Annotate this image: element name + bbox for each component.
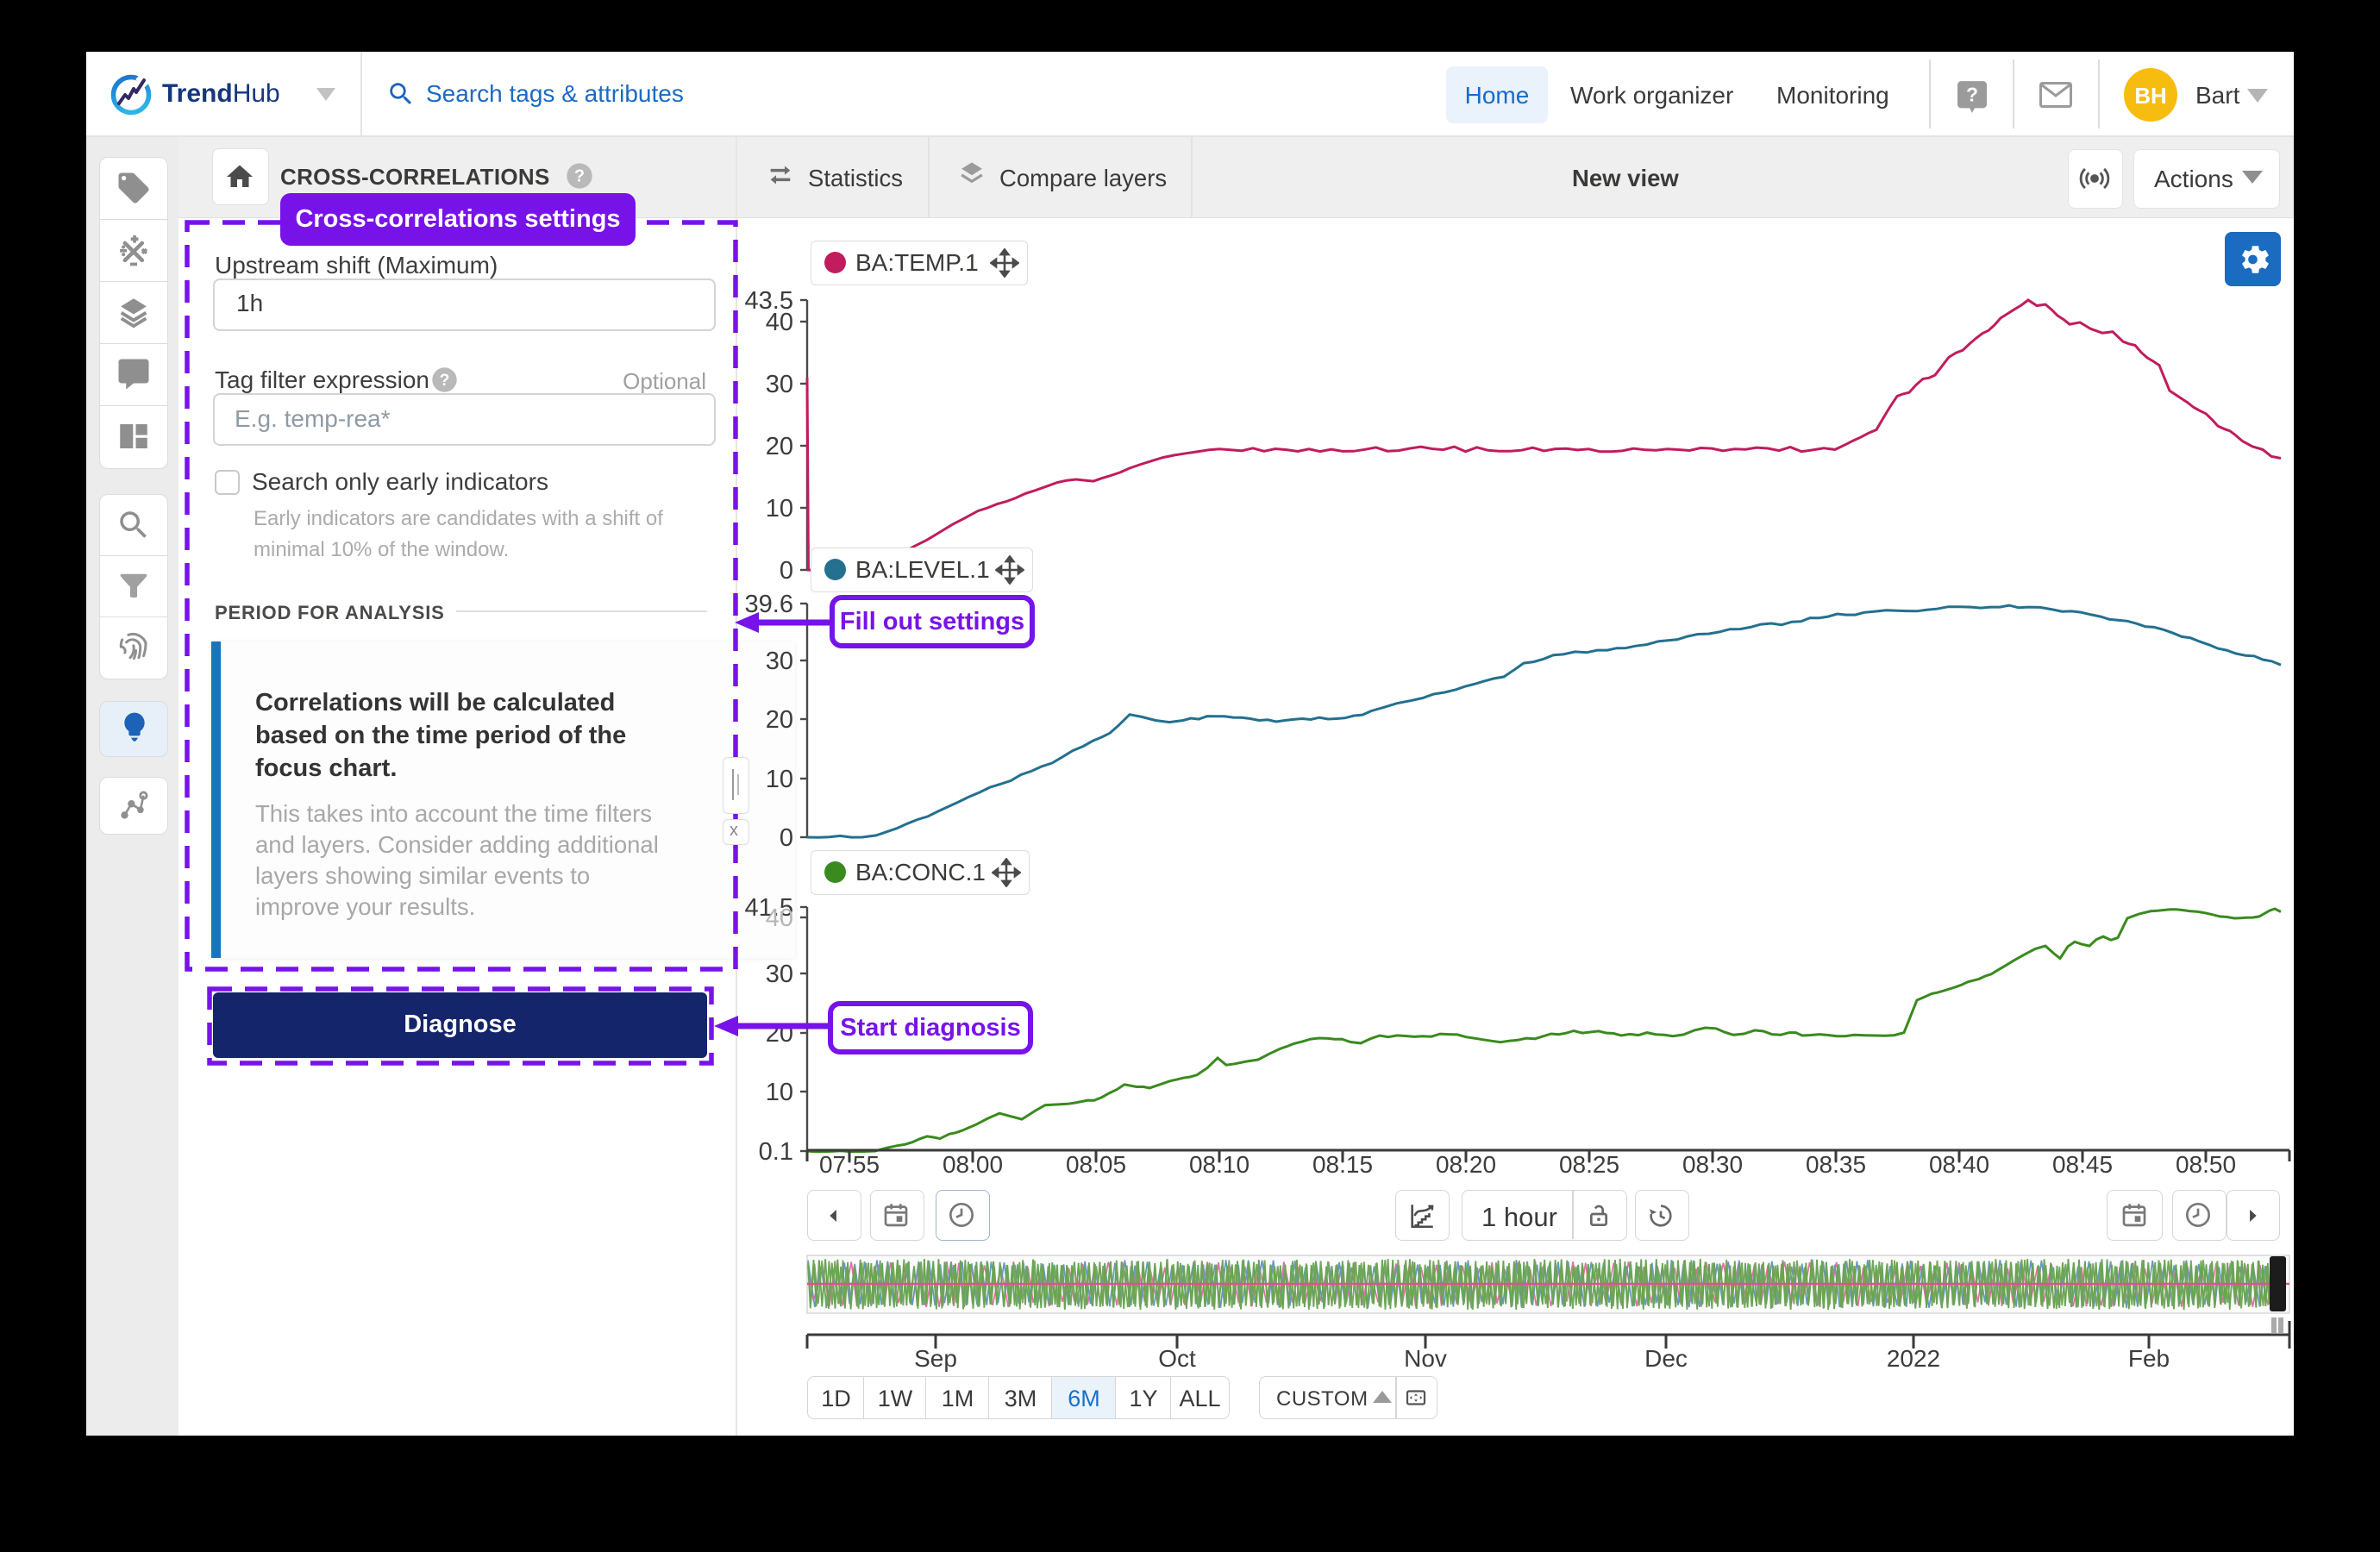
svg-text:30: 30 — [766, 648, 793, 675]
svg-text:40: 40 — [766, 309, 793, 336]
svg-text:40: 40 — [766, 904, 793, 932]
svg-text:Feb: Feb — [2128, 1345, 2170, 1372]
svg-text:10: 10 — [766, 1079, 793, 1106]
svg-text:07:55: 07:55 — [819, 1151, 880, 1178]
svg-text:Nov: Nov — [1404, 1345, 1447, 1372]
svg-text:08:20: 08:20 — [1436, 1151, 1496, 1178]
svg-text:30: 30 — [766, 371, 793, 398]
svg-text:0: 0 — [780, 824, 793, 852]
svg-text:?: ? — [1966, 84, 1978, 106]
svg-text:?: ? — [574, 167, 585, 186]
svg-text:08:50: 08:50 — [2176, 1151, 2236, 1178]
svg-text:Dec: Dec — [1644, 1345, 1688, 1372]
svg-text:08:35: 08:35 — [1806, 1151, 1866, 1178]
svg-text:08:25: 08:25 — [1559, 1151, 1619, 1178]
svg-text:Oct: Oct — [1158, 1345, 1196, 1372]
svg-text:08:15: 08:15 — [1312, 1151, 1373, 1178]
svg-text:08:05: 08:05 — [1066, 1151, 1126, 1178]
svg-text:08:10: 08:10 — [1189, 1151, 1250, 1178]
svg-text:30: 30 — [766, 961, 793, 988]
svg-text:2022: 2022 — [1887, 1345, 1940, 1372]
svg-text:0: 0 — [780, 557, 793, 585]
svg-text:10: 10 — [766, 495, 793, 523]
svg-text:08:30: 08:30 — [1682, 1151, 1743, 1178]
svg-text:08:40: 08:40 — [1929, 1151, 1989, 1178]
svg-text:Sep: Sep — [914, 1345, 957, 1372]
svg-text:08:45: 08:45 — [2052, 1151, 2113, 1178]
svg-text:0.1: 0.1 — [759, 1138, 793, 1166]
svg-text:20: 20 — [766, 706, 793, 734]
svg-text:10: 10 — [766, 766, 793, 793]
svg-text:20: 20 — [766, 433, 793, 460]
svg-text:08:00: 08:00 — [943, 1151, 1003, 1178]
